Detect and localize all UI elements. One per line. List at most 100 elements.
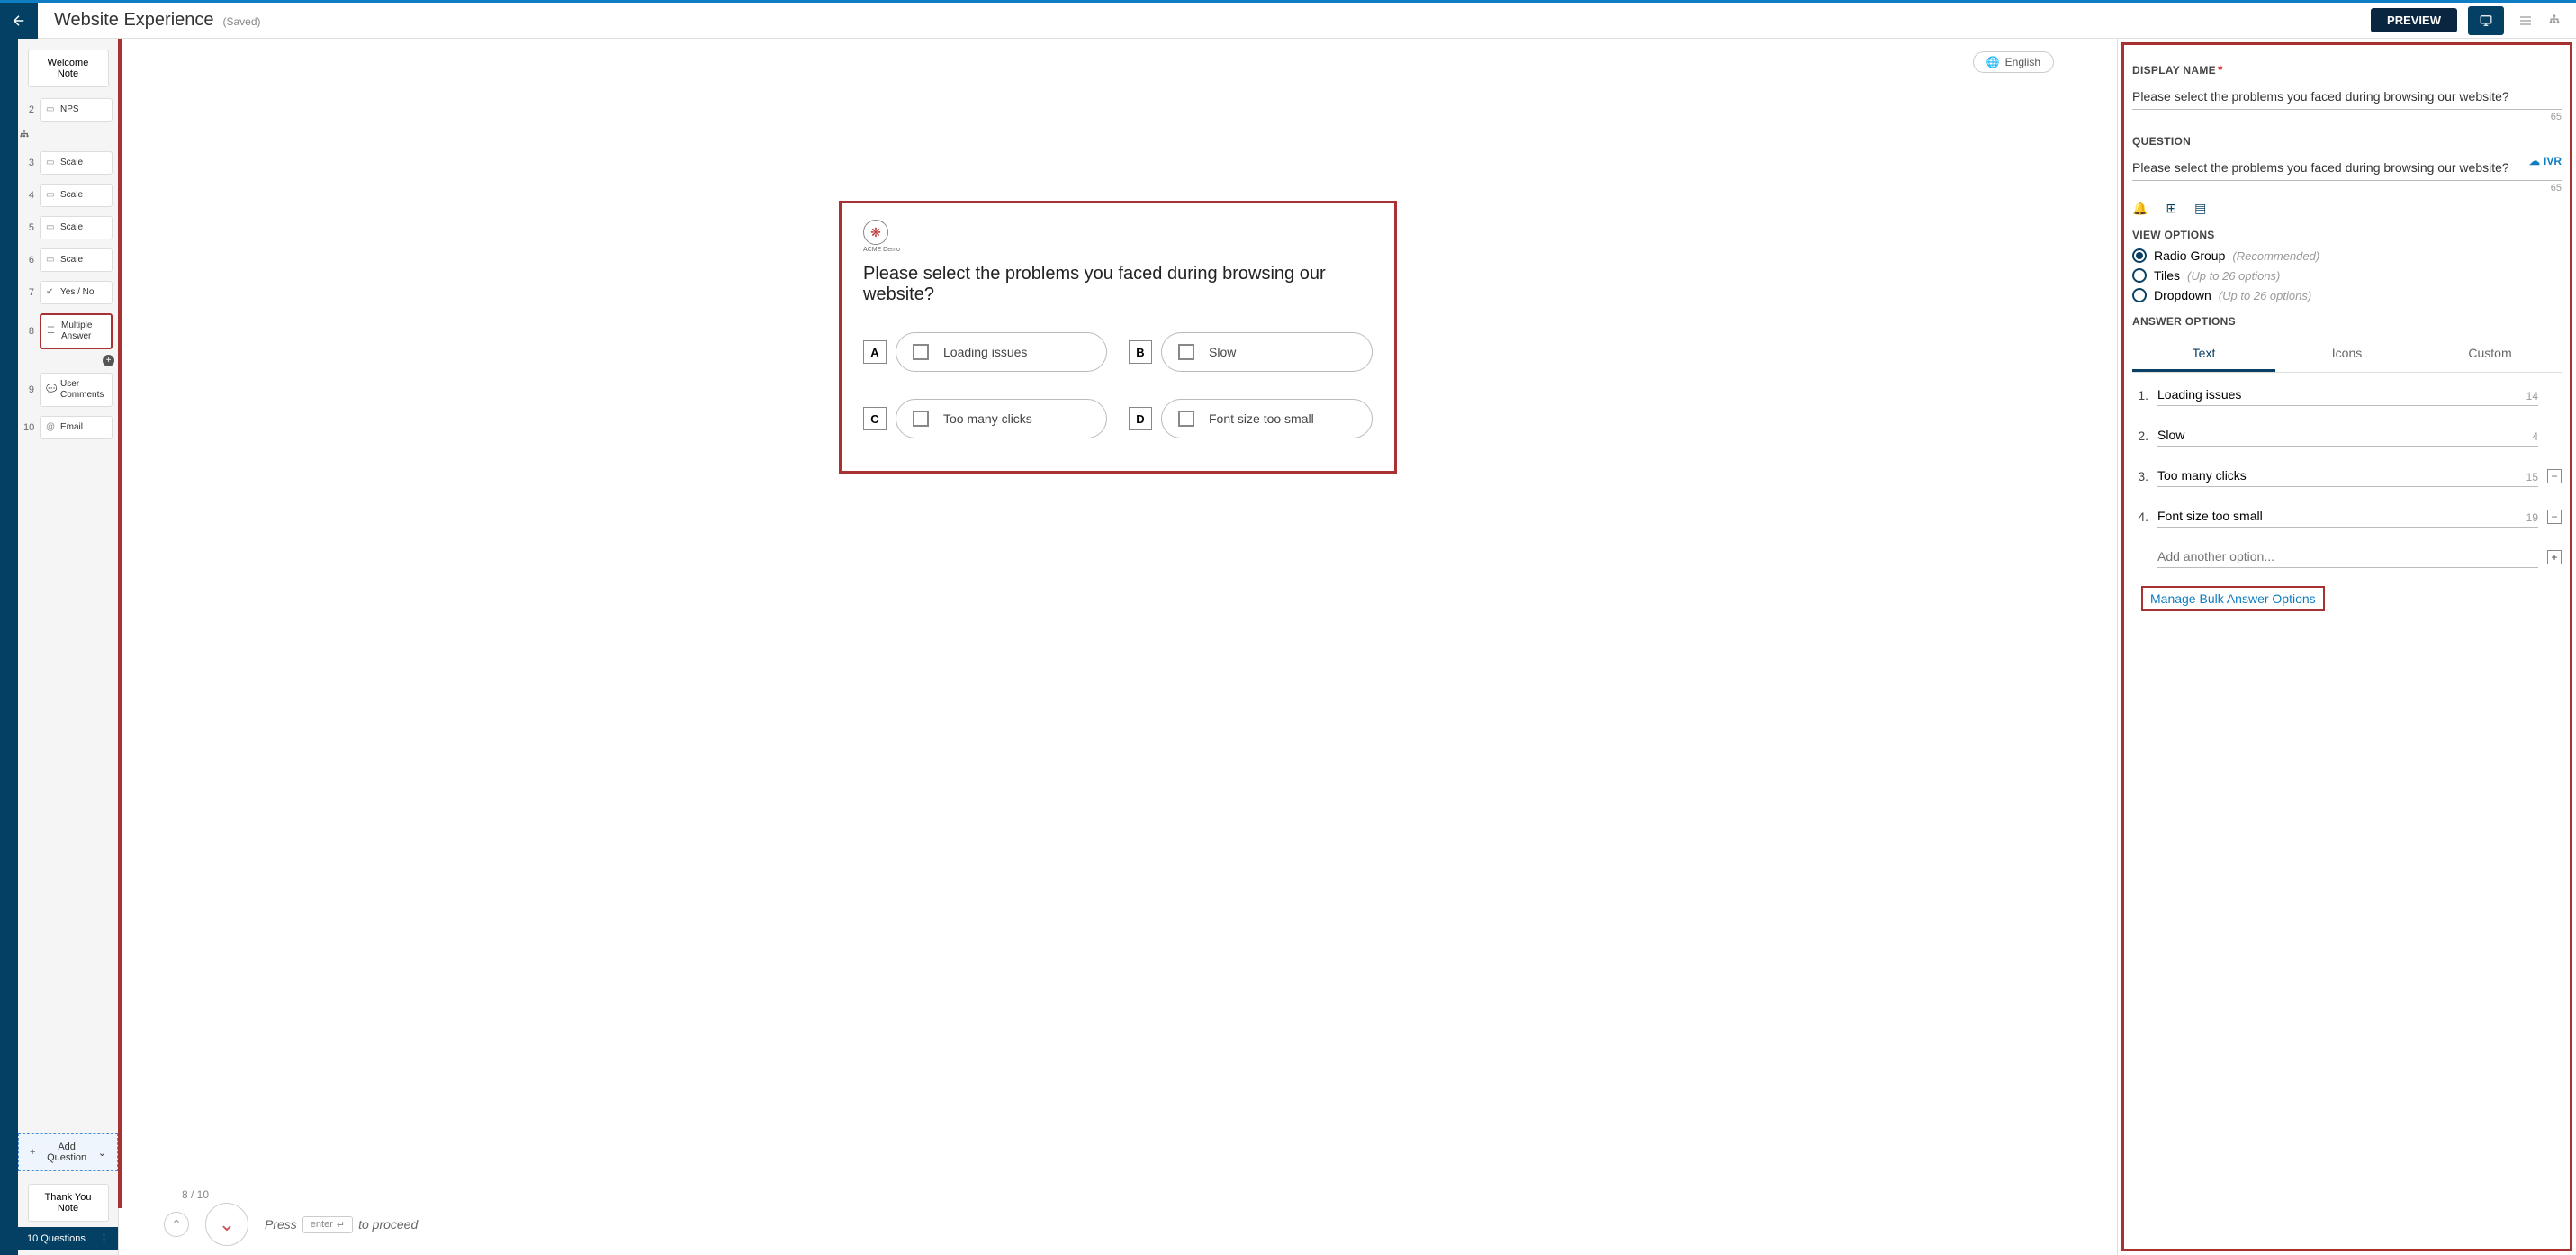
add-answer-button[interactable]: + — [2547, 550, 2562, 564]
thank-you-card[interactable]: Thank You Note — [28, 1184, 109, 1222]
ivr-toggle[interactable]: ☁IVR — [2529, 155, 2562, 167]
footer-menu-icon[interactable]: ⋮ — [99, 1232, 109, 1244]
answer-num: 3. — [2132, 469, 2148, 483]
yesno-icon: ✔ — [46, 287, 57, 298]
branch-icon[interactable] — [18, 129, 111, 144]
preview-button[interactable]: PREVIEW — [2371, 8, 2457, 32]
multiple-icon: ☰ — [47, 326, 58, 337]
answer-input-4[interactable] — [2157, 505, 2538, 528]
sidebar-q-scale[interactable]: ▭Scale — [40, 216, 113, 239]
properties-panel: DISPLAY NAME* 65 QUESTION ☁IVR 65 🔔 ⊞ ▤ … — [2117, 39, 2576, 1255]
answer-input-1[interactable] — [2157, 384, 2538, 406]
logo-icon: ❋ — [863, 220, 888, 245]
scale-icon: ▭ — [46, 190, 57, 201]
checkbox-icon — [913, 344, 929, 360]
bulk-options-link[interactable]: Manage Bulk Answer Options — [2141, 586, 2325, 611]
alert-icon[interactable]: 🔔 — [2132, 201, 2148, 216]
translate-icon: 🌐 — [1986, 56, 2000, 68]
checkbox-icon — [913, 411, 929, 427]
option-b[interactable]: Slow — [1161, 332, 1373, 372]
delete-answer-button[interactable]: − — [2547, 510, 2562, 524]
option-d[interactable]: Font size too small — [1161, 399, 1373, 438]
add-answer-input[interactable] — [2157, 546, 2538, 568]
tab-icons[interactable]: Icons — [2275, 337, 2418, 372]
sidebar-q-scale[interactable]: ▭Scale — [40, 248, 113, 272]
q-num: 7 — [23, 287, 34, 298]
insert-question-button[interactable]: + — [103, 355, 114, 366]
checkbox-icon — [1178, 344, 1194, 360]
option-letter: C — [863, 407, 887, 430]
sidebar-q-comments[interactable]: 💬User Comments — [40, 373, 113, 407]
q-num: 8 — [23, 326, 34, 337]
question-sidebar: Welcome Note 2 ▭NPS 3 ▭Scale 4 ▭Scale 5 ▭Sca… — [18, 39, 119, 1255]
settings-icon[interactable]: ▤ — [2194, 201, 2206, 216]
delete-answer-button[interactable]: − — [2547, 469, 2562, 483]
q-num: 10 — [23, 422, 34, 433]
brand-logo: ❋ ACME Demo — [863, 220, 1373, 253]
display-name-label: DISPLAY NAME* — [2132, 62, 2562, 77]
menu-icon[interactable] — [2511, 6, 2540, 35]
checkbox-icon — [1178, 411, 1194, 427]
question-input[interactable] — [2132, 155, 2562, 181]
scale-icon: ▭ — [46, 255, 57, 266]
tree-icon[interactable] — [2540, 6, 2569, 35]
next-question-button[interactable]: ⌄ — [205, 1203, 248, 1246]
question-preview-card: ❋ ACME Demo Please select the problems y… — [839, 201, 1397, 474]
option-a[interactable]: Loading issues — [896, 332, 1107, 372]
progress-indicator: 8 / 10 — [182, 1188, 209, 1201]
q-num: 4 — [23, 190, 34, 201]
tab-text[interactable]: Text — [2132, 337, 2275, 372]
language-selector[interactable]: 🌐 English — [1973, 51, 2054, 73]
preview-canvas: 🌐 English ❋ ACME Demo Please select the … — [119, 39, 2117, 1255]
view-radio-group[interactable]: Radio Group(Recommended) — [2132, 248, 2562, 263]
proceed-hint: Press enter↵ to proceed — [265, 1216, 418, 1233]
display-mode-button[interactable] — [2468, 6, 2504, 35]
answer-input-2[interactable] — [2157, 424, 2538, 447]
answer-char-count: 15 — [2526, 471, 2538, 483]
display-name-input[interactable] — [2132, 84, 2562, 110]
sidebar-q-scale[interactable]: ▭Scale — [40, 151, 113, 175]
sidebar-q-email[interactable]: @Email — [40, 416, 113, 439]
display-name-char-count: 65 — [2132, 112, 2562, 122]
answer-num: 2. — [2132, 429, 2148, 443]
email-icon: @ — [46, 422, 57, 433]
answer-char-count: 4 — [2532, 430, 2538, 443]
q-num: 9 — [23, 384, 34, 395]
q-num: 5 — [23, 222, 34, 233]
layout-icon[interactable]: ⊞ — [2166, 201, 2176, 216]
q-num: 2 — [23, 104, 34, 115]
page-title: Website Experience — [54, 10, 214, 31]
sidebar-q-multiple[interactable]: ☰Multiple Answer — [40, 313, 113, 349]
answer-num: 1. — [2132, 388, 2148, 402]
prev-question-button[interactable]: ⌃ — [164, 1212, 189, 1237]
scale-icon: ▭ — [46, 158, 57, 168]
welcome-note-card[interactable]: Welcome Note — [28, 50, 109, 87]
option-c[interactable]: Too many clicks — [896, 399, 1107, 438]
add-question-button[interactable]: +Add Question⌄ — [18, 1133, 118, 1171]
view-options-label: VIEW OPTIONS — [2132, 229, 2562, 241]
answer-char-count: 19 — [2526, 511, 2538, 524]
option-letter: A — [863, 340, 887, 364]
option-letter: B — [1129, 340, 1152, 364]
scale-icon: ▭ — [46, 222, 57, 233]
answer-options-label: ANSWER OPTIONS — [2132, 315, 2562, 328]
view-dropdown[interactable]: Dropdown(Up to 26 options) — [2132, 288, 2562, 302]
sidebar-q-nps[interactable]: ▭NPS — [40, 98, 113, 122]
question-label: QUESTION — [2132, 135, 2562, 148]
preview-question-text: Please select the problems you faced dur… — [863, 264, 1373, 305]
option-letter: D — [1129, 407, 1152, 430]
view-tiles[interactable]: Tiles(Up to 26 options) — [2132, 268, 2562, 283]
left-rail — [0, 39, 18, 1255]
nps-icon: ▭ — [46, 104, 57, 115]
saved-status: (Saved) — [223, 15, 261, 28]
q-num: 6 — [23, 255, 34, 266]
answer-input-3[interactable] — [2157, 465, 2538, 487]
answer-char-count: 14 — [2526, 390, 2538, 402]
back-button[interactable] — [0, 3, 38, 39]
sidebar-footer: 10 Questions⋮ — [18, 1227, 118, 1250]
app-header: Website Experience (Saved) PREVIEW — [0, 3, 2576, 39]
tab-custom[interactable]: Custom — [2418, 337, 2562, 372]
sidebar-q-yesno[interactable]: ✔Yes / No — [40, 281, 113, 304]
sidebar-q-scale[interactable]: ▭Scale — [40, 184, 113, 207]
q-num: 3 — [23, 158, 34, 168]
